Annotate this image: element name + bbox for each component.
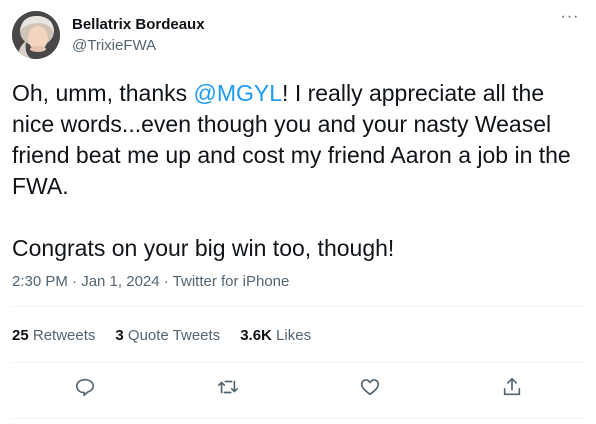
divider [12,362,584,363]
avatar[interactable] [12,11,60,59]
share-icon [503,377,521,396]
action-bar [0,370,596,404]
quote-tweets-stat[interactable]: 3 Quote Tweets [115,327,220,344]
likes-stat[interactable]: 3.6K Likes [240,327,311,344]
tweet-text-start: Oh, umm, thanks [12,80,194,106]
share-button[interactable] [499,374,525,400]
retweets-stat[interactable]: 25 Retweets [12,327,95,344]
reply-button[interactable] [72,374,98,400]
retweets-count: 25 [12,327,29,344]
quotes-count: 3 [115,327,124,344]
divider [12,306,584,307]
author-handle[interactable]: @TrixieFWA [72,37,156,54]
likes-label: Likes [276,327,312,344]
mention-link[interactable]: @MGYL [194,80,283,106]
tweet-timestamp[interactable]: 2:30 PM · Jan 1, 2024 · Twitter for iPho… [12,273,289,290]
tweet-text: Oh, umm, thanks @MGYL! I really apprecia… [12,78,584,264]
likes-count: 3.6K [240,327,272,344]
reply-icon [75,378,95,397]
tweet-text-rest: ! I really appreciate all the nice words… [12,80,571,261]
divider [12,418,584,419]
retweet-button[interactable] [215,374,241,400]
retweet-icon [218,380,238,394]
retweets-label: Retweets [32,327,96,344]
engagement-stats: 25 Retweets 3 Quote Tweets 3.6K Likes [12,327,331,344]
like-button[interactable] [357,374,383,400]
quotes-label: Quote Tweets [127,327,221,344]
more-options-icon[interactable]: ··· [560,9,580,30]
author-name[interactable]: Bellatrix Bordeaux [72,16,205,33]
heart-icon [360,379,380,396]
avatar-image [12,11,60,59]
